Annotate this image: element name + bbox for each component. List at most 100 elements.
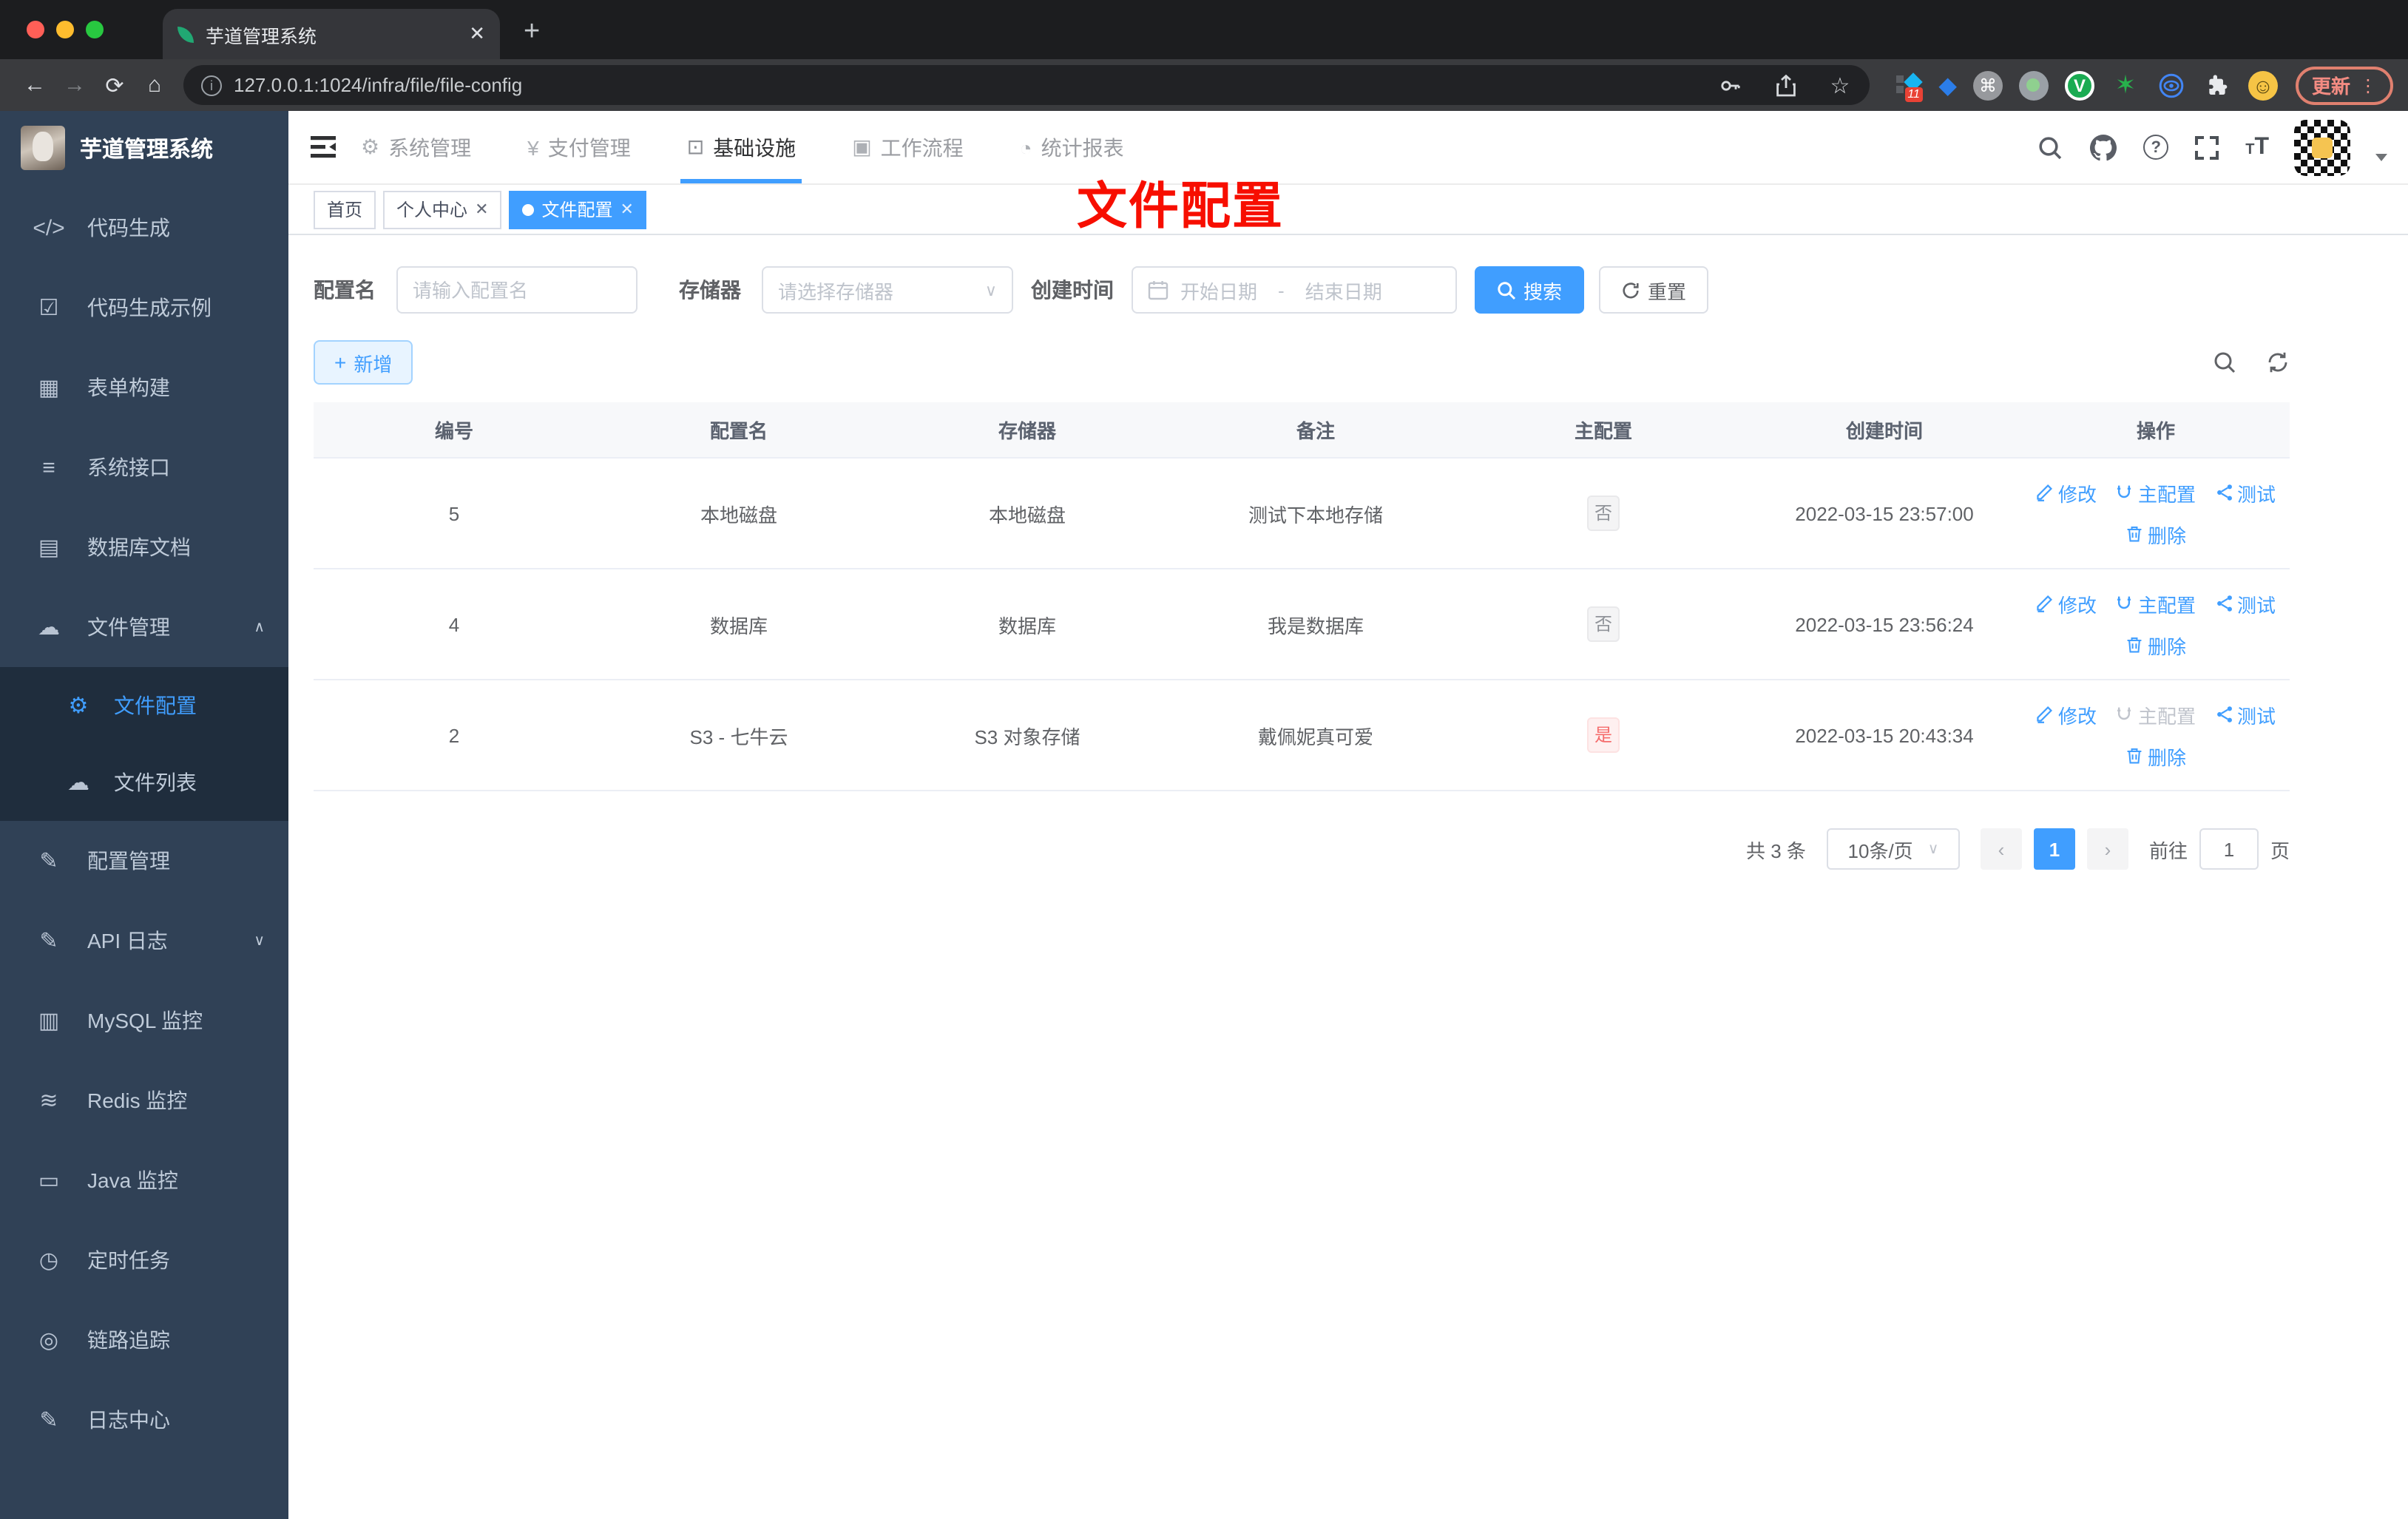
close-icon[interactable]: ✕: [475, 200, 488, 219]
forward-icon[interactable]: →: [55, 72, 95, 98]
bookmark-star-icon[interactable]: ☆: [1830, 72, 1850, 98]
share-icon[interactable]: [1775, 73, 1797, 97]
sidebar-logo[interactable]: 芋道管理系统: [0, 111, 288, 185]
extension-v-icon[interactable]: V: [2064, 70, 2094, 100]
site-info-icon[interactable]: i: [201, 75, 222, 95]
favicon-leaf-icon: [177, 26, 194, 42]
dashboard-icon: ◔: [1019, 135, 1032, 159]
edit-button[interactable]: 修改: [2036, 589, 2097, 618]
nav-item[interactable]: ⚙ 系统管理: [361, 111, 471, 183]
extension-star-icon[interactable]: ✶: [2111, 70, 2140, 100]
table-header-row: 编号 配置名 存储器 备注 主配置 创建时间 操作: [314, 402, 2290, 459]
help-icon[interactable]: ?: [2143, 135, 2169, 160]
font-size-icon[interactable]: TT: [2245, 134, 2269, 160]
sidebar-item[interactable]: ▤ 数据库文档: [0, 507, 288, 587]
extension-command-icon[interactable]: ⌘: [1972, 70, 2003, 100]
toggle-search-icon[interactable]: [2213, 351, 2236, 374]
form-grid-icon: ▦: [38, 376, 60, 401]
extension-eye-icon[interactable]: [2157, 70, 2186, 100]
cell-id: 2: [448, 724, 460, 746]
extension-dot-icon[interactable]: [2018, 70, 2049, 100]
sidebar-item[interactable]: ▦ 表单构建: [0, 348, 288, 427]
tags-view-item[interactable]: 文件配置 ✕: [509, 190, 647, 229]
home-icon[interactable]: ⌂: [135, 72, 175, 98]
sidebar-item[interactable]: ▥ MySQL 监控: [0, 981, 288, 1060]
extensions-puzzle-icon[interactable]: [2202, 70, 2232, 100]
sidebar-item[interactable]: ✎ 日志中心: [0, 1380, 288, 1460]
tags-view-item[interactable]: 首页: [314, 190, 376, 229]
search-button[interactable]: 搜索: [1475, 266, 1585, 314]
sidebar-item[interactable]: </> 代码生成: [0, 188, 288, 268]
sidebar-collapse-icon[interactable]: [309, 135, 337, 160]
browser-tab[interactable]: 芋道管理系统 ✕: [163, 9, 500, 59]
cell-actions: 修改 主配置 测试 删除: [2022, 700, 2290, 770]
back-icon[interactable]: ←: [15, 72, 55, 98]
test-button[interactable]: 测试: [2215, 478, 2276, 507]
delete-button[interactable]: 删除: [2125, 631, 2186, 659]
extension-emoji-icon[interactable]: ☺: [2248, 70, 2278, 100]
sidebar-item[interactable]: ◎ 链路追踪: [0, 1300, 288, 1380]
browser-menu-dots-icon[interactable]: ⋮: [2359, 75, 2377, 95]
add-button[interactable]: + 新增: [314, 340, 413, 385]
github-icon[interactable]: [2089, 132, 2118, 162]
browser-update-button[interactable]: 更新 ⋮: [2295, 66, 2393, 104]
zoom-window-button[interactable]: [86, 21, 104, 38]
sidebar-item[interactable]: ☑ 代码生成示例: [0, 268, 288, 348]
col-remark: 备注: [1296, 420, 1335, 442]
current-page[interactable]: 1: [2033, 828, 2075, 870]
plus-icon: +: [334, 351, 347, 374]
reload-icon[interactable]: ⟳: [95, 72, 135, 98]
edit-button[interactable]: 修改: [2036, 478, 2097, 507]
code-icon: </>: [33, 215, 65, 240]
config-name-input[interactable]: [396, 266, 637, 314]
nav-item[interactable]: ▣ 工作流程: [852, 111, 963, 183]
master-config-button[interactable]: 主配置: [2116, 478, 2196, 507]
nav-item[interactable]: ⊡ 基础设施: [680, 111, 802, 183]
minimize-window-button[interactable]: [56, 21, 74, 38]
page-size-select[interactable]: 10条/页 ∨: [1826, 828, 1960, 870]
close-icon[interactable]: ✕: [620, 200, 634, 219]
sidebar-item[interactable]: ✎ API 日志 ∨: [0, 901, 288, 981]
test-button[interactable]: 测试: [2215, 700, 2276, 728]
sidebar-item[interactable]: ▭ Java 监控: [0, 1140, 288, 1220]
user-avatar-qr[interactable]: [2294, 119, 2350, 175]
search-icon[interactable]: [2037, 134, 2063, 160]
sidebar-subitem[interactable]: ☁ 文件列表: [0, 744, 288, 821]
sidebar-item[interactable]: ≡ 系统接口: [0, 427, 288, 507]
sidebar-item[interactable]: ≋ Redis 监控: [0, 1060, 288, 1140]
master-config-button[interactable]: 主配置: [2116, 589, 2196, 618]
reset-button[interactable]: 重置: [1599, 266, 1709, 314]
next-page-button[interactable]: ›: [2086, 828, 2128, 870]
delete-button[interactable]: 删除: [2125, 520, 2186, 548]
goto-page-input[interactable]: [2199, 828, 2259, 870]
new-tab-button[interactable]: +: [524, 16, 540, 49]
edit-button[interactable]: 修改: [2036, 700, 2097, 728]
sidebar-subitem[interactable]: ⚙ 文件配置: [0, 667, 288, 744]
refresh-table-icon[interactable]: [2266, 351, 2290, 374]
sidebar-item[interactable]: ◷ 定时任务: [0, 1220, 288, 1300]
extensions-cluster: 11 ◆ ⌘ V ✶ ☺: [1895, 70, 2278, 101]
fullscreen-icon[interactable]: [2194, 134, 2220, 160]
tab-close-icon[interactable]: ✕: [469, 22, 485, 46]
date-range-picker[interactable]: 开始日期 - 结束日期: [1132, 266, 1457, 314]
extension-diamond-icon[interactable]: 11: [1895, 72, 1923, 101]
tag-label: 首页: [327, 200, 363, 220]
update-label: 更新: [2311, 75, 2350, 98]
screen: 芋道管理系统 ✕ + ← → ⟳ ⌂ i 127.0.0.1:1024/infr…: [0, 0, 2408, 1519]
nav-item[interactable]: ¥ 支付管理: [527, 111, 631, 183]
storage-select[interactable]: 请选择存储器 ∨: [762, 266, 1013, 314]
sidebar-item-label: 表单构建: [87, 376, 170, 399]
tag-label: 个人中心: [396, 200, 468, 220]
extension-kite-icon[interactable]: ◆: [1938, 70, 1957, 100]
test-button[interactable]: 测试: [2215, 589, 2276, 618]
master-config-button[interactable]: 主配置: [2116, 700, 2196, 728]
delete-button[interactable]: 删除: [2125, 742, 2186, 770]
address-bar[interactable]: i 127.0.0.1:1024/infra/file/file-config …: [183, 65, 1870, 105]
close-window-button[interactable]: [27, 21, 44, 38]
password-key-icon[interactable]: [1719, 73, 1742, 97]
prev-page-button[interactable]: ‹: [1980, 828, 2022, 870]
avatar-caret-icon[interactable]: [2375, 154, 2387, 161]
tags-view-item[interactable]: 个人中心 ✕: [383, 190, 502, 229]
sidebar-item[interactable]: ✎ 配置管理: [0, 821, 288, 901]
sidebar-item[interactable]: ☁ 文件管理 ∧: [0, 587, 288, 667]
